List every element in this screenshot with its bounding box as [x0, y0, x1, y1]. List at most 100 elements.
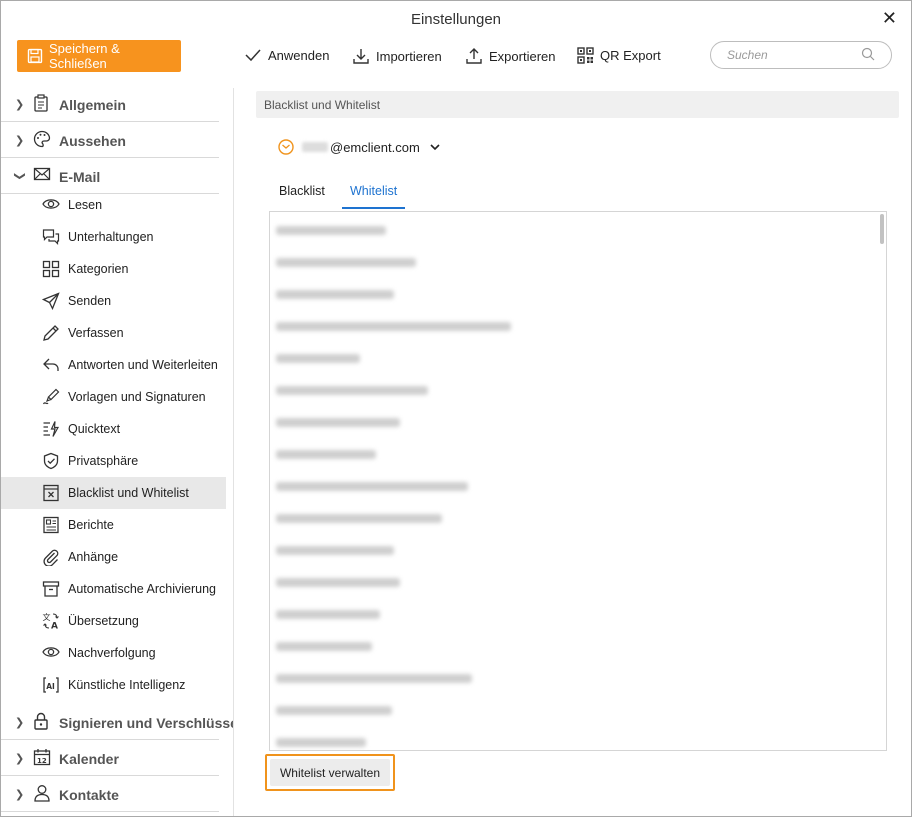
close-icon[interactable]: ✕ [882, 8, 897, 29]
import-button[interactable]: Importieren [352, 47, 442, 65]
sidebar-item-uebersetzung[interactable]: 文A Übersetzung [1, 605, 226, 637]
shield-icon [43, 452, 59, 470]
export-button[interactable]: Exportieren [465, 47, 555, 65]
sidebar-item-antworten[interactable]: Antworten und Weiterleiten [1, 349, 226, 381]
sidebar-item-ki[interactable]: AI Künstliche Intelligenz [1, 669, 226, 701]
sidebar-item-blacklist-whitelist[interactable]: Blacklist und Whitelist [1, 477, 226, 509]
account-selector[interactable]: @emclient.com [278, 139, 440, 155]
list-item[interactable] [276, 502, 866, 534]
signature-pen-icon [42, 388, 60, 405]
sidebar-item-quicktext[interactable]: Quicktext [1, 413, 226, 445]
qr-code-icon [577, 47, 594, 64]
list-item[interactable] [276, 534, 866, 566]
report-icon [43, 516, 59, 534]
sidebar-item-berichte[interactable]: Berichte [1, 509, 226, 541]
toolbar: Speichern & Schließen Anwenden Importier… [1, 37, 911, 79]
list-scrollbar[interactable] [880, 214, 884, 244]
sidebar-item-lesen[interactable]: Lesen [1, 189, 226, 221]
sidebar-item-archivierung[interactable]: Automatische Archivierung [1, 573, 226, 605]
redacted-username [302, 142, 328, 152]
category-kalender[interactable]: ❯ 12 Kalender [1, 742, 219, 776]
import-label: Importieren [376, 48, 442, 64]
search-icon [861, 47, 875, 61]
list-item[interactable] [276, 470, 866, 502]
whitelist-list[interactable] [269, 211, 887, 751]
window-title: Einstellungen [410, 11, 502, 28]
sidebar-item-label: Privatsphäre [68, 454, 139, 468]
save-label: Speichern & Schließen [48, 41, 120, 71]
eye-icon [42, 199, 60, 209]
sidebar-item-label: Lesen [68, 198, 103, 212]
list-item[interactable] [276, 246, 866, 278]
paperclip-icon [43, 549, 59, 566]
category-allgemein[interactable]: ❯ Allgemein [1, 88, 219, 122]
category-label: E-Mail [59, 168, 101, 185]
export-icon [466, 48, 482, 64]
list-item[interactable] [276, 438, 866, 470]
sidebar-item-label: Berichte [68, 518, 114, 532]
category-signieren[interactable]: ❯ Signieren und Verschlüssel [1, 706, 233, 740]
tab-blacklist[interactable]: Blacklist [271, 179, 333, 209]
account-email: @emclient.com [330, 139, 420, 155]
settings-window: Einstellungen ✕ Speichern & Schließen An… [0, 0, 912, 817]
palette-icon [33, 130, 51, 148]
chevron-right-icon: ❯ [15, 753, 25, 765]
search-input[interactable] [727, 46, 857, 64]
category-aussehen[interactable]: ❯ Aussehen [1, 124, 219, 158]
sidebar-item-label: Blacklist und Whitelist [68, 486, 189, 500]
settings-sidebar: ❯ Allgemein ❯ Aussehen ❯ E-Mail Lesen Un… [1, 88, 234, 816]
manage-button-highlight: Whitelist verwalten [265, 754, 395, 791]
sidebar-item-label: Übersetzung [68, 614, 139, 628]
sidebar-item-privatsphaere[interactable]: Privatsphäre [1, 445, 226, 477]
calendar-icon: 12 [33, 749, 51, 766]
list-item[interactable] [276, 598, 866, 630]
qr-export-button[interactable]: QR Export [577, 47, 661, 64]
category-label: Signieren und Verschlüssel [59, 714, 234, 731]
list-item[interactable] [276, 342, 866, 374]
list-item[interactable] [276, 726, 866, 750]
envelope-icon [33, 167, 51, 181]
search-box[interactable] [710, 41, 892, 69]
clipboard-icon [34, 94, 48, 112]
sidebar-item-label: Quicktext [68, 422, 121, 436]
list-item[interactable] [276, 310, 866, 342]
list-item[interactable] [276, 566, 866, 598]
list-item[interactable] [276, 278, 866, 310]
sidebar-item-verfassen[interactable]: Verfassen [1, 317, 226, 349]
blacklist-icon [43, 484, 59, 502]
list-item[interactable] [276, 214, 866, 246]
chevron-right-icon: ❯ [15, 717, 25, 729]
manage-whitelist-button[interactable]: Whitelist verwalten [270, 759, 390, 786]
sidebar-item-anhaenge[interactable]: Anhänge [1, 541, 226, 573]
sidebar-item-vorlagen[interactable]: Vorlagen und Signaturen [1, 381, 226, 413]
sidebar-item-nachverfolgung[interactable]: Nachverfolgung [1, 637, 226, 669]
list-item[interactable] [276, 630, 866, 662]
sidebar-item-kategorien[interactable]: Kategorien [1, 253, 226, 285]
import-icon [353, 49, 369, 64]
save-and-close-button[interactable]: Speichern & Schließen [17, 40, 181, 72]
list-item[interactable] [276, 694, 866, 726]
category-kontakte[interactable]: ❯ Kontakte [1, 778, 219, 812]
person-icon [34, 785, 50, 802]
list-item[interactable] [276, 374, 866, 406]
settings-content: Blacklist und Whitelist @emclient.com Bl… [244, 91, 899, 811]
category-label: Kontakte [59, 786, 119, 803]
ai-icon: AI [43, 677, 59, 693]
list-item[interactable] [276, 406, 866, 438]
chevron-right-icon: ❯ [15, 99, 25, 111]
list-item[interactable] [276, 662, 866, 694]
sidebar-item-label: Antworten und Weiterleiten [68, 358, 218, 372]
sidebar-item-label: Unterhaltungen [68, 230, 154, 244]
sidebar-item-label: Künstliche Intelligenz [68, 678, 186, 692]
svg-text:文: 文 [43, 612, 51, 622]
tab-whitelist[interactable]: Whitelist [342, 179, 406, 209]
section-header: Blacklist und Whitelist [256, 91, 899, 118]
sidebar-item-senden[interactable]: Senden [1, 285, 226, 317]
sidebar-item-unterhaltungen[interactable]: Unterhaltungen [1, 221, 226, 253]
sidebar-item-label: Senden [68, 294, 112, 308]
sidebar-item-label: Automatische Archivierung [68, 582, 216, 596]
reply-icon [43, 358, 59, 371]
apply-button[interactable]: Anwenden [244, 47, 329, 63]
sidebar-item-label: Anhänge [68, 550, 119, 564]
category-label: Aussehen [59, 132, 126, 149]
